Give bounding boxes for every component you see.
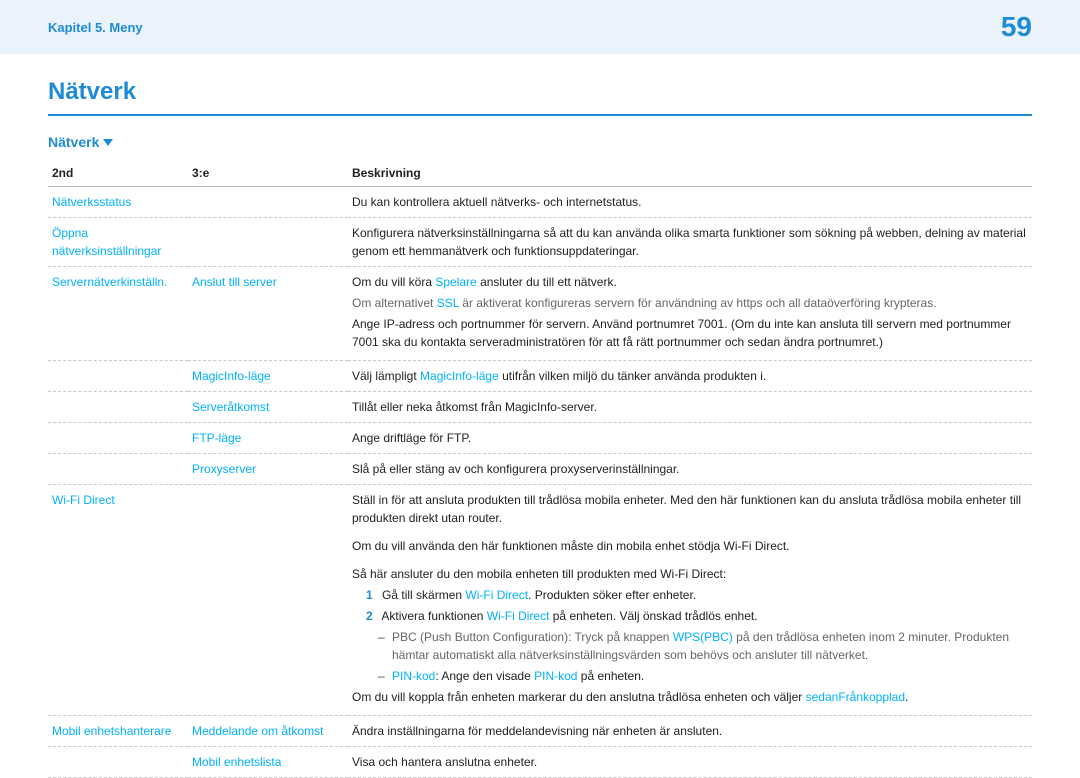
cell-b [188,218,348,267]
cell-b: Proxyserver [188,454,348,485]
cell-a [48,423,188,454]
text: ansluter du till ett nätverk. [477,275,617,289]
page-number: 59 [1001,11,1032,43]
cell-b: MagicInfo-läge [188,361,348,392]
triangle-down-icon [103,139,113,146]
cell-b [188,485,348,716]
link-pin-kod-2: PIN-kod [534,669,577,683]
link-sedan: sedan [806,690,839,704]
cell-b [188,187,348,218]
text: Gå till skärmen [382,588,465,602]
cell-a [48,747,188,778]
text: Om du vill koppla från enheten markerar … [352,690,806,704]
link-pin-kod-1: PIN-kod [392,669,435,683]
cell-desc: Konfigurera nätverksinställningarna så a… [348,218,1032,267]
header-band: Kapitel 5. Meny 59 [0,0,1080,54]
row-magicinfo-lage: MagicInfo-läge Välj lämpligt MagicInfo-l… [48,361,1032,392]
cell-b: Meddelande om åtkomst [188,716,348,747]
link-wifi-direct: Wi-Fi Direct [465,588,528,602]
cell-a [48,361,188,392]
text: på enheten. [577,669,644,683]
cell-b: Anslut till server [188,267,348,361]
col-header-desc: Beskrivning [348,160,1032,187]
text-p3: Så här ansluter du den mobila enheten ti… [352,565,1028,583]
row-ftp-lage: FTP-läge Ange driftläge för FTP. [48,423,1032,454]
text: . [905,690,908,704]
cell-a: Öppna nätverksinställningar [48,218,188,267]
cell-desc: Ange driftläge för FTP. [348,423,1032,454]
text: Aktivera funktionen [381,609,486,623]
table-header-row: 2nd 3:e Beskrivning [48,160,1032,187]
section-heading-label: Nätverk [48,134,99,150]
link-frankopplad: Frånkopplad [838,690,905,704]
col-header-2nd: 2nd [48,160,188,187]
text: Om alternativet [352,296,437,310]
step-1: Gå till skärmen Wi-Fi Direct. Produkten … [366,586,1028,604]
col-header-3e: 3:e [188,160,348,187]
link-magicinfo-lage: MagicInfo-läge [420,369,499,383]
cell-desc: Om du vill köra Spelare ansluter du till… [348,267,1032,361]
row-mobil-enhetslista: Mobil enhetslista Visa och hantera anslu… [48,747,1032,778]
cell-desc: Slå på eller stäng av och konfigurera pr… [348,454,1032,485]
cell-b: Serveråtkomst [188,392,348,423]
cell-a [48,392,188,423]
row-mobil-enhetshanterare: Mobil enhetshanterare Meddelande om åtko… [48,716,1032,747]
page-title: Nätverk [48,78,1032,116]
row-oppna-natverksinstallningar: Öppna nätverksinställningar Konfigurera … [48,218,1032,267]
cell-desc: Ställ in för att ansluta produkten till … [348,485,1032,716]
cell-a: Servernätverkinställn. [48,267,188,361]
text: : Ange den visade [435,669,534,683]
disconnect-line: Om du vill koppla från enheten markerar … [352,688,1028,706]
row-natverksstatus: Nätverksstatus Du kan kontrollera aktuel… [48,187,1032,218]
cell-a-line1: Öppna [52,224,184,242]
text-ip: Ange IP-adress och portnummer för server… [352,315,1028,351]
section-heading: Nätverk [48,134,1032,150]
link-wps-pbc: WPS(PBC) [673,630,733,644]
text-p1: Ställ in för att ansluta produkten till … [352,491,1028,527]
cell-desc: Visa och hantera anslutna enheter. [348,747,1032,778]
sub-pbc: PBC (Push Button Configuration): Tryck p… [366,628,1028,664]
text: PBC (Push Button Configuration): Tryck p… [392,630,673,644]
cell-b: Mobil enhetslista [188,747,348,778]
breadcrumb: Kapitel 5. Meny [48,20,143,35]
cell-b: FTP-läge [188,423,348,454]
cell-a: Mobil enhetshanterare [48,716,188,747]
cell-a [48,454,188,485]
row-servernatverkinstalln: Servernätverkinställn. Anslut till serve… [48,267,1032,361]
row-wifi-direct: Wi-Fi Direct Ställ in för att ansluta pr… [48,485,1032,716]
cell-desc: Ändra inställningarna för meddelandevisn… [348,716,1032,747]
text: . Produkten söker efter enheter. [528,588,696,602]
sub-pin: PIN-kod: Ange den visade PIN-kod på enhe… [366,667,1028,685]
text: är aktiverat konfigureras servern för an… [459,296,937,310]
settings-table: 2nd 3:e Beskrivning Nätverksstatus Du ka… [48,160,1032,778]
row-serveratkomst: Serveråtkomst Tillåt eller neka åtkomst … [48,392,1032,423]
text: på enheten. Välj önskad trådlös enhet. [549,609,757,623]
row-proxyserver: Proxyserver Slå på eller stäng av och ko… [48,454,1032,485]
text: utifrån vilken miljö du tänker använda p… [499,369,767,383]
text: Om du vill köra [352,275,435,289]
text: Välj lämpligt [352,369,420,383]
link-wifi-direct-2: Wi-Fi Direct [487,609,550,623]
link-ssl: SSL [437,296,459,310]
cell-desc: Tillåt eller neka åtkomst från MagicInfo… [348,392,1032,423]
page-content: Nätverk Nätverk 2nd 3:e Beskrivning Nätv… [0,54,1080,778]
cell-a: Nätverksstatus [48,187,188,218]
step-2: Aktivera funktionen Wi-Fi Direct på enhe… [366,607,1028,625]
cell-a: Wi-Fi Direct [48,485,188,716]
text-p2: Om du vill använda den här funktionen må… [352,537,1028,555]
cell-desc: Du kan kontrollera aktuell nätverks- och… [348,187,1032,218]
cell-a-line2: nätverksinställningar [52,242,184,260]
cell-desc: Välj lämpligt MagicInfo-läge utifrån vil… [348,361,1032,392]
link-spelare: Spelare [435,275,476,289]
